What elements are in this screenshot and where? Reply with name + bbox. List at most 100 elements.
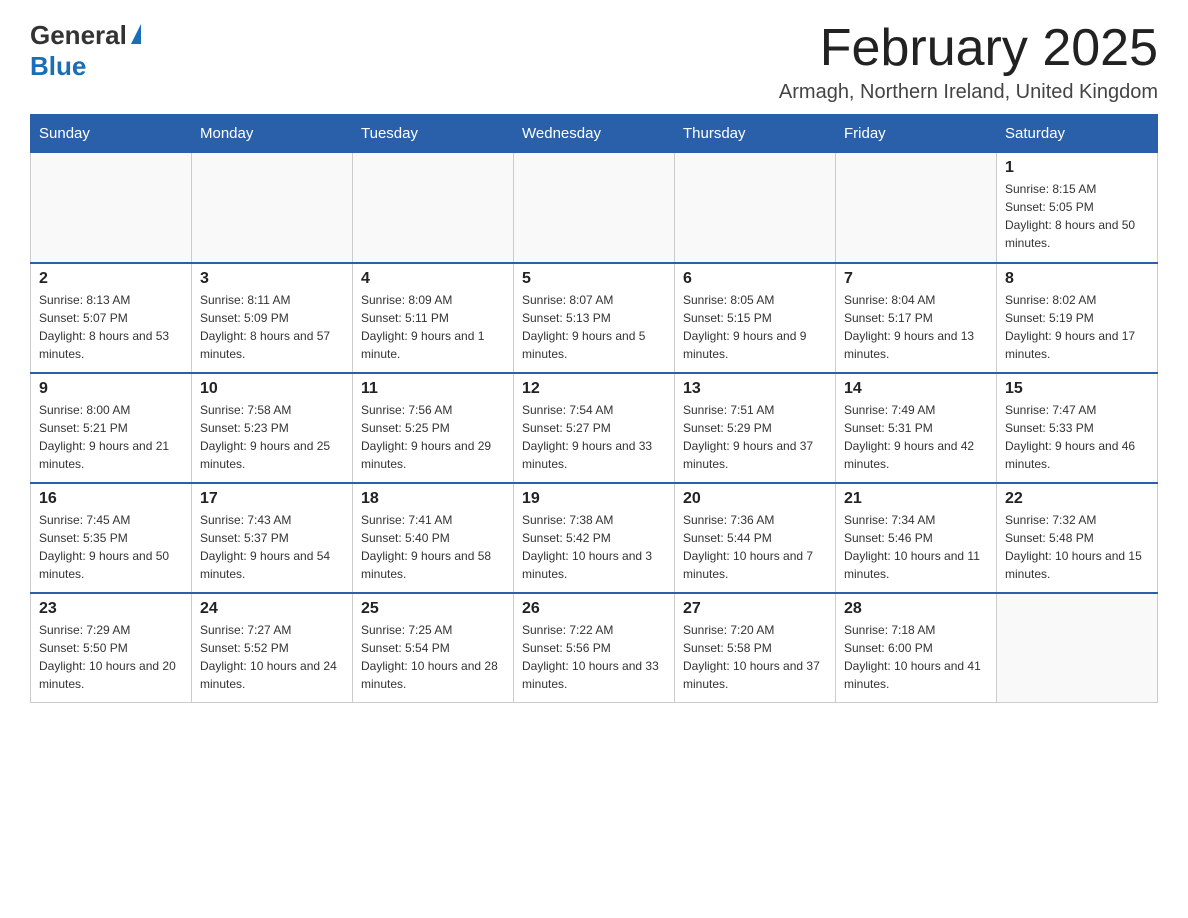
day-info: Sunrise: 7:49 AMSunset: 5:31 PMDaylight:… [844,401,988,473]
day-info: Sunrise: 8:11 AMSunset: 5:09 PMDaylight:… [200,291,344,363]
day-info: Sunrise: 7:36 AMSunset: 5:44 PMDaylight:… [683,511,827,583]
day-number: 21 [844,490,988,508]
calendar-cell: 6 Sunrise: 8:05 AMSunset: 5:15 PMDaylight… [675,263,836,373]
day-number: 20 [683,490,827,508]
calendar-cell: 4 Sunrise: 8:09 AMSunset: 5:11 PMDaylight… [353,263,514,373]
day-info: Sunrise: 7:20 AMSunset: 5:58 PMDaylight:… [683,621,827,693]
calendar-cell: 17 Sunrise: 7:43 AMSunset: 5:37 PMDayligh… [192,483,353,593]
calendar-cell: 21 Sunrise: 7:34 AMSunset: 5:46 PMDayligh… [836,483,997,593]
day-number: 28 [844,600,988,618]
day-number: 5 [522,270,666,288]
calendar-table: SundayMondayTuesdayWednesdayThursdayFrid… [30,114,1158,703]
calendar-cell [675,153,836,263]
day-number: 2 [39,270,183,288]
calendar-cell: 1Sunrise: 8:15 AMSunset: 5:05 PMDaylight… [997,153,1158,263]
day-info: Sunrise: 7:27 AMSunset: 5:52 PMDaylight:… [200,621,344,693]
calendar-cell: 11 Sunrise: 7:56 AMSunset: 5:25 PMDayligh… [353,373,514,483]
logo-general-text: General [30,20,127,51]
calendar-week-row: 16Sunrise: 7:45 AMSunset: 5:35 PMDayligh… [31,483,1158,593]
calendar-cell [31,153,192,263]
calendar-cell [353,153,514,263]
calendar-cell: 12 Sunrise: 7:54 AMSunset: 5:27 PMDayligh… [514,373,675,483]
day-number: 27 [683,600,827,618]
calendar-cell: 22Sunrise: 7:32 AMSunset: 5:48 PMDayligh… [997,483,1158,593]
calendar-cell: 14 Sunrise: 7:49 AMSunset: 5:31 PMDayligh… [836,373,997,483]
day-info: Sunrise: 7:56 AMSunset: 5:25 PMDaylight:… [361,401,505,473]
day-info: Sunrise: 8:13 AMSunset: 5:07 PMDaylight:… [39,291,183,363]
calendar-cell: 3 Sunrise: 8:11 AMSunset: 5:09 PMDaylight… [192,263,353,373]
day-info: Sunrise: 7:34 AMSunset: 5:46 PMDaylight:… [844,511,988,583]
day-of-week-header: Tuesday [353,115,514,153]
day-number: 25 [361,600,505,618]
day-info: Sunrise: 8:04 AMSunset: 5:17 PMDaylight:… [844,291,988,363]
calendar-header-row: SundayMondayTuesdayWednesdayThursdayFrid… [31,115,1158,153]
calendar-cell: 24Sunrise: 7:27 AMSunset: 5:52 PMDayligh… [192,593,353,703]
calendar-cell [192,153,353,263]
calendar-cell: 18 Sunrise: 7:41 AMSunset: 5:40 PMDayligh… [353,483,514,593]
day-number: 11 [361,380,505,398]
calendar-cell [514,153,675,263]
day-number: 26 [522,600,666,618]
day-info: Sunrise: 7:18 AMSunset: 6:00 PMDaylight:… [844,621,988,693]
day-info: Sunrise: 7:43 AMSunset: 5:37 PMDaylight:… [200,511,344,583]
calendar-cell: 19 Sunrise: 7:38 AMSunset: 5:42 PMDayligh… [514,483,675,593]
day-number: 1 [1005,159,1149,177]
calendar-cell: 5 Sunrise: 8:07 AMSunset: 5:13 PMDaylight… [514,263,675,373]
day-number: 4 [361,270,505,288]
day-number: 6 [683,270,827,288]
day-info: Sunrise: 7:51 AMSunset: 5:29 PMDaylight:… [683,401,827,473]
calendar-cell: 25 Sunrise: 7:25 AMSunset: 5:54 PMDayligh… [353,593,514,703]
logo-blue-text: Blue [30,51,86,82]
day-info: Sunrise: 7:58 AMSunset: 5:23 PMDaylight:… [200,401,344,473]
calendar-week-row: 9 Sunrise: 8:00 AMSunset: 5:21 PMDaylight… [31,373,1158,483]
day-info: Sunrise: 7:47 AMSunset: 5:33 PMDaylight:… [1005,401,1149,473]
day-number: 22 [1005,490,1149,508]
day-of-week-header: Wednesday [514,115,675,153]
day-number: 12 [522,380,666,398]
calendar-cell: 28 Sunrise: 7:18 AMSunset: 6:00 PMDayligh… [836,593,997,703]
day-info: Sunrise: 8:07 AMSunset: 5:13 PMDaylight:… [522,291,666,363]
calendar-cell: 13 Sunrise: 7:51 AMSunset: 5:29 PMDayligh… [675,373,836,483]
day-info: Sunrise: 7:45 AMSunset: 5:35 PMDaylight:… [39,511,183,583]
month-title: February 2025 [779,20,1158,77]
day-of-week-header: Monday [192,115,353,153]
day-number: 17 [200,490,344,508]
calendar-week-row: 23 Sunrise: 7:29 AMSunset: 5:50 PMDayligh… [31,593,1158,703]
day-number: 7 [844,270,988,288]
day-info: Sunrise: 8:09 AMSunset: 5:11 PMDaylight:… [361,291,505,363]
calendar-cell: 23 Sunrise: 7:29 AMSunset: 5:50 PMDayligh… [31,593,192,703]
calendar-cell: 8Sunrise: 8:02 AMSunset: 5:19 PMDaylight… [997,263,1158,373]
day-info: Sunrise: 8:00 AMSunset: 5:21 PMDaylight:… [39,401,183,473]
day-number: 18 [361,490,505,508]
day-info: Sunrise: 7:25 AMSunset: 5:54 PMDaylight:… [361,621,505,693]
calendar-cell [836,153,997,263]
calendar-cell: 9 Sunrise: 8:00 AMSunset: 5:21 PMDaylight… [31,373,192,483]
calendar-cell: 26 Sunrise: 7:22 AMSunset: 5:56 PMDayligh… [514,593,675,703]
logo-triangle-icon [131,24,141,44]
calendar-week-row: 2 Sunrise: 8:13 AMSunset: 5:07 PMDaylight… [31,263,1158,373]
calendar-cell: 2 Sunrise: 8:13 AMSunset: 5:07 PMDaylight… [31,263,192,373]
day-of-week-header: Friday [836,115,997,153]
day-info: Sunrise: 7:38 AMSunset: 5:42 PMDaylight:… [522,511,666,583]
day-number: 9 [39,380,183,398]
day-of-week-header: Sunday [31,115,192,153]
calendar-week-row: 1Sunrise: 8:15 AMSunset: 5:05 PMDaylight… [31,153,1158,263]
title-area: February 2025 Armagh, Northern Ireland, … [779,20,1158,104]
logo: GeneralBlue [30,20,141,82]
day-number: 15 [1005,380,1149,398]
day-number: 13 [683,380,827,398]
calendar-cell: 27 Sunrise: 7:20 AMSunset: 5:58 PMDayligh… [675,593,836,703]
day-number: 3 [200,270,344,288]
calendar-cell: 15 Sunrise: 7:47 AMSunset: 5:33 PMDayligh… [997,373,1158,483]
day-info: Sunrise: 7:22 AMSunset: 5:56 PMDaylight:… [522,621,666,693]
calendar-cell [997,593,1158,703]
day-number: 19 [522,490,666,508]
day-info: Sunrise: 8:05 AMSunset: 5:15 PMDaylight:… [683,291,827,363]
day-info: Sunrise: 7:29 AMSunset: 5:50 PMDaylight:… [39,621,183,693]
day-info: Sunrise: 7:54 AMSunset: 5:27 PMDaylight:… [522,401,666,473]
day-of-week-header: Thursday [675,115,836,153]
day-number: 23 [39,600,183,618]
day-info: Sunrise: 7:41 AMSunset: 5:40 PMDaylight:… [361,511,505,583]
calendar-cell: 7 Sunrise: 8:04 AMSunset: 5:17 PMDaylight… [836,263,997,373]
day-number: 14 [844,380,988,398]
